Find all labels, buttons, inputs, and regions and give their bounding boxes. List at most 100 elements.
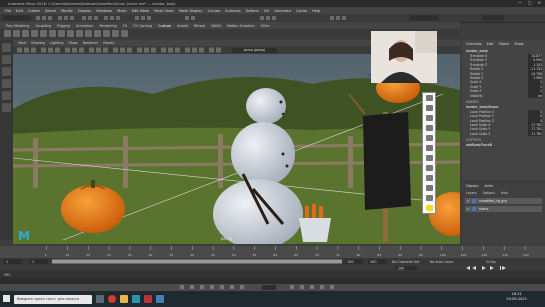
menu-curves[interactable]: Curves (208, 9, 220, 13)
plane-icon[interactable] (425, 145, 433, 151)
pipe-icon[interactable] (425, 165, 433, 171)
cube-icon[interactable] (425, 105, 433, 111)
viewport-menu-shading[interactable]: Shading (31, 41, 45, 45)
menu-modify[interactable]: Modify (61, 9, 73, 13)
menu-edit[interactable]: Edit (16, 9, 23, 13)
system-clock[interactable]: 16:21 29.09.2021 (506, 292, 527, 302)
menu-mesh-tools[interactable]: Mesh Tools (154, 9, 173, 13)
polygon-icon[interactable] (425, 95, 433, 101)
channel-attr-value[interactable]: 17.781 (528, 131, 542, 137)
soccer-ball-icon[interactable] (425, 185, 433, 191)
command-language-label[interactable]: MEL (4, 273, 11, 277)
layer-visibility-toggle[interactable]: V (467, 207, 469, 211)
shelf-tab-fx[interactable]: FX (123, 24, 127, 28)
timeline-tick-label: 65 (294, 253, 298, 257)
menu-help[interactable]: Help (312, 9, 320, 13)
channel-box-tab-show[interactable]: Show (514, 42, 523, 46)
shelf-tab-sculpting[interactable]: Sculpting (35, 24, 51, 28)
channel-box-tab-object[interactable]: Object (498, 42, 509, 46)
shelf-tab-xgen[interactable]: XGen (261, 24, 270, 28)
taskbar-search[interactable]: Введите здесь текст для поиска (14, 294, 92, 304)
menu-mesh[interactable]: Mesh (117, 9, 126, 13)
cylinder-icon[interactable] (425, 125, 433, 131)
menu-deform[interactable]: Deform (246, 9, 259, 13)
layer-color-swatch[interactable] (472, 207, 477, 211)
maya-taskbar-icon[interactable] (132, 295, 140, 303)
app-icon[interactable] (156, 295, 164, 303)
taskbar: Введите здесь текст для поиска 16:21 29.… (0, 291, 545, 307)
helix-icon[interactable] (425, 175, 433, 181)
layer-name[interactable]: scene (479, 207, 488, 211)
text-icon[interactable] (425, 195, 433, 201)
shelf-tab-motion-graphics[interactable]: Motion Graphics (227, 24, 255, 28)
shelf-tab-poly-modeling[interactable]: Poly Modeling (6, 24, 29, 28)
menu-edit-mesh[interactable]: Edit Mesh (132, 9, 150, 13)
cone-icon[interactable] (425, 135, 433, 141)
layer-row[interactable]: VsnowMan_rig_grp (465, 198, 542, 204)
camera-selector[interactable]: persp (persp) (232, 48, 277, 53)
shelf-tab-fx-caching[interactable]: FX Caching (133, 24, 152, 28)
channel-box-tab-channels[interactable]: Channels (466, 42, 482, 46)
torus-icon[interactable] (425, 155, 433, 161)
shelf-tab-mash[interactable]: MASH (211, 24, 221, 28)
command-line[interactable]: MEL (0, 271, 545, 278)
menu-file[interactable]: File (5, 9, 11, 13)
layer-menu-options[interactable]: Options (483, 191, 495, 195)
shelf-tab-rigging[interactable]: Rigging (57, 24, 70, 28)
sphere-icon[interactable] (425, 115, 433, 121)
output-name[interactable]: addBodyTrackB (462, 142, 545, 148)
layer-color-swatch[interactable] (472, 199, 477, 203)
menu-surfaces[interactable]: Surfaces (225, 9, 241, 13)
timeline-tick-label: 35 (169, 253, 173, 257)
timeline-tick-label: 10 (65, 253, 69, 257)
range-slider[interactable]: 1 1 120 200 No Character Set No Anim Lay… (0, 258, 545, 265)
viewport-menu-lighting[interactable]: Lighting (50, 41, 64, 45)
chrome-icon[interactable] (108, 295, 116, 303)
windows-start-icon[interactable] (3, 295, 10, 302)
shelf-tab-arnold[interactable]: Arnold (177, 24, 188, 28)
layer-menu-layers[interactable]: Layers (466, 191, 477, 195)
channel-attr-value[interactable]: on (528, 93, 542, 98)
task-view-icon[interactable] (96, 295, 104, 303)
layer-tab-anim[interactable]: Anim (485, 184, 494, 188)
anim-layer-label: No Anim Layer (430, 260, 454, 264)
menu-select[interactable]: Select (45, 9, 56, 13)
close-button[interactable]: ✕ (538, 0, 541, 5)
rotate-tool-icon[interactable] (2, 91, 11, 100)
layer-visibility-toggle[interactable]: V (467, 199, 469, 203)
timeline-tick-label: 115 (502, 253, 508, 257)
viewport-menu-show[interactable]: Show (69, 41, 78, 45)
minimize-button[interactable]: — (518, 0, 522, 5)
shelf-tab-animation[interactable]: Animation (76, 24, 93, 28)
menu-generate[interactable]: Generate (274, 9, 291, 13)
paint-tool-icon[interactable] (2, 67, 11, 76)
menu-windows[interactable]: Windows (96, 9, 112, 13)
scale-tool-icon[interactable] (2, 103, 11, 112)
menu-create[interactable]: Create (28, 9, 40, 13)
timeline[interactable]: 5 10 15 20 25 30 35 40 45 50 55 60 65 70 75 80 85 90 95 100… (0, 246, 545, 258)
viewport-menu-renderer[interactable]: Renderer (83, 41, 98, 45)
viewport-menu-panels[interactable]: Panels (103, 41, 114, 45)
shelf-tab-rendering[interactable]: Rendering (99, 24, 116, 28)
maximize-button[interactable]: □ (528, 0, 532, 5)
menu-uv[interactable]: UV (264, 9, 269, 13)
lasso-tool-icon[interactable] (2, 55, 11, 64)
menu-cache[interactable]: Cache (296, 9, 307, 13)
shelf-tab-custom[interactable]: Custom (158, 24, 171, 28)
color-swatch-icon[interactable] (425, 205, 433, 211)
menu-mesh-display[interactable]: Mesh Display (179, 9, 203, 13)
recorder-icon[interactable] (144, 295, 152, 303)
menu-display[interactable]: Display (78, 9, 91, 13)
layer-row[interactable]: Vscene (465, 206, 542, 212)
timeline-tick-label: 55 (253, 253, 257, 257)
shelf-tab-bifrost[interactable]: Bifrost (194, 24, 205, 28)
viewport-menu-view[interactable]: View (18, 41, 26, 45)
timeline-tick-label: 5 (45, 253, 47, 257)
explorer-icon[interactable] (120, 295, 128, 303)
channel-box-tab-edit[interactable]: Edit (487, 42, 494, 46)
layer-menu-help[interactable]: Help (501, 191, 508, 195)
move-tool-icon[interactable] (2, 79, 11, 88)
layer-tab-display[interactable]: Display (466, 184, 479, 188)
layer-name[interactable]: snowMan_rig_grp (479, 199, 507, 203)
select-tool-icon[interactable] (2, 43, 11, 52)
